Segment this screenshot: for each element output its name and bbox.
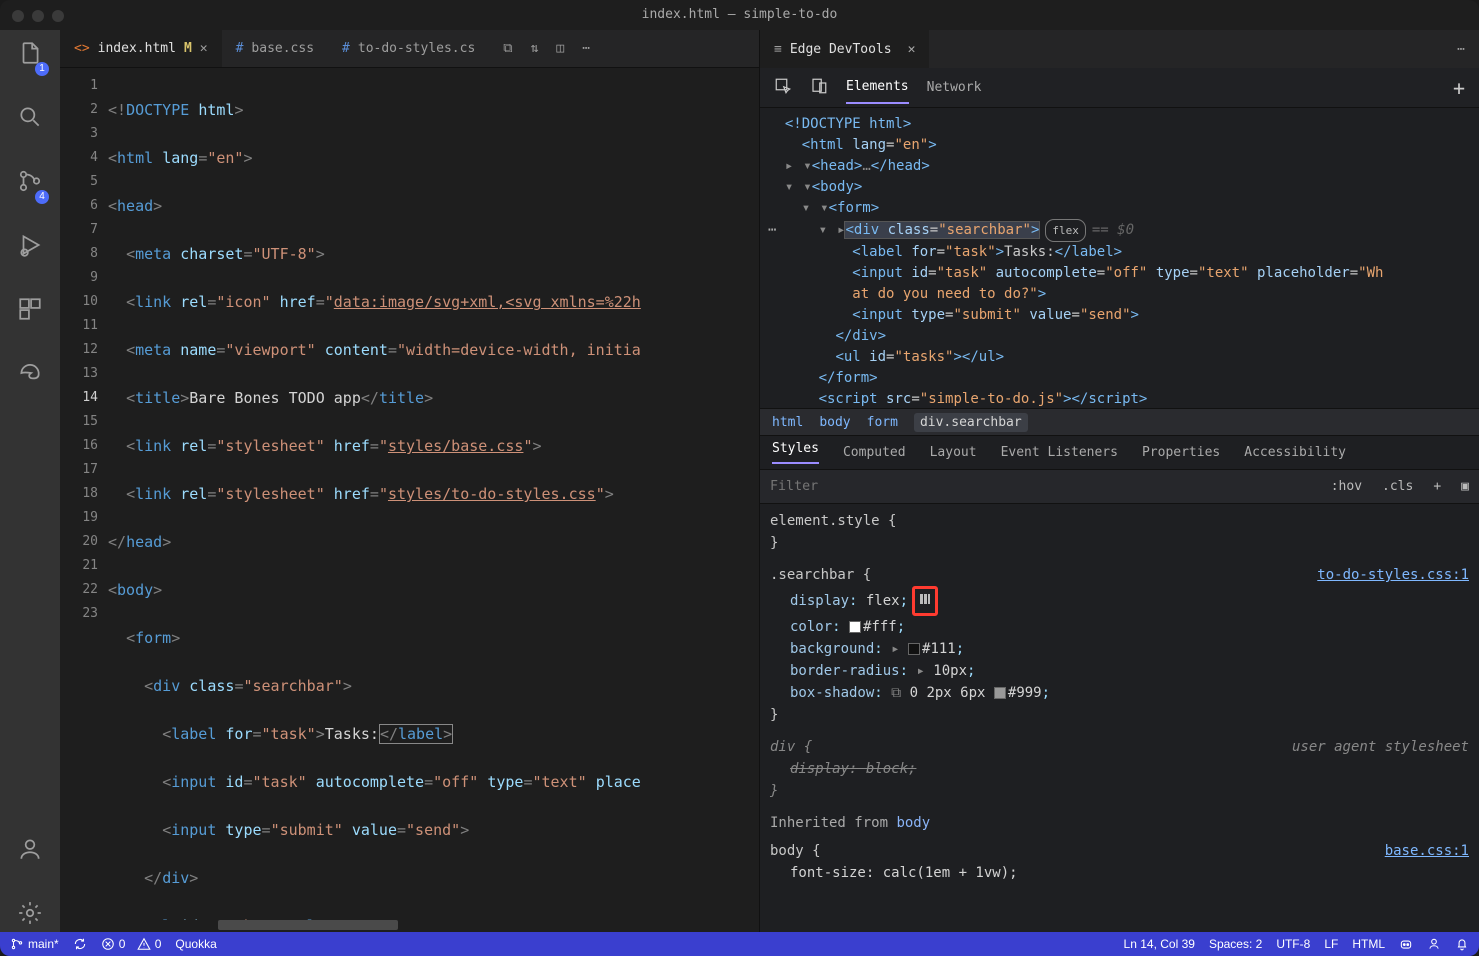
cls-toggle[interactable]: .cls xyxy=(1372,479,1423,494)
crumb-form[interactable]: form xyxy=(867,415,898,430)
problems-indicator[interactable]: 0 0 xyxy=(101,937,162,951)
css-file-icon: # xyxy=(236,41,244,56)
tab-label: index.html xyxy=(98,41,176,56)
code-area[interactable]: <!DOCTYPE html> <html lang="en"> <head> … xyxy=(108,68,759,920)
styles-pane[interactable]: element.style { } to-do-styles.css:1 .se… xyxy=(760,504,1479,932)
window-controls xyxy=(12,10,64,22)
sync-icon[interactable] xyxy=(73,937,87,952)
network-tab[interactable]: Network xyxy=(927,80,982,95)
devtools-panel: ≡ Edge DevTools ✕ ⋯ Elements Network + <… xyxy=(759,30,1479,932)
close-icon[interactable]: ✕ xyxy=(200,41,208,56)
computed-tab[interactable]: Computed xyxy=(843,445,906,460)
horizontal-scrollbar[interactable] xyxy=(108,920,759,932)
line-gutter: 1234567891011121314151617181920212223 xyxy=(60,68,108,920)
inspect-icon[interactable] xyxy=(774,77,792,99)
eol-indicator[interactable]: LF xyxy=(1324,937,1338,951)
dom-tree[interactable]: <!DOCTYPE html> <html lang="en"> ▸ ▾<hea… xyxy=(760,108,1479,408)
device-icon[interactable] xyxy=(810,77,828,99)
hov-toggle[interactable]: :hov xyxy=(1321,479,1372,494)
editor-group: <> index.html M ✕ # base.css # to-do-sty… xyxy=(60,30,759,932)
encoding-indicator[interactable]: UTF-8 xyxy=(1276,937,1310,951)
cursor-position[interactable]: Ln 14, Col 39 xyxy=(1124,937,1195,951)
styles-filter-input[interactable] xyxy=(760,479,1321,494)
crumb-html[interactable]: html xyxy=(772,415,803,430)
tab-label: base.css xyxy=(251,41,314,56)
diff-icon[interactable]: ⧉ xyxy=(503,41,512,56)
styles-tab[interactable]: Styles xyxy=(772,441,819,464)
new-rule-icon[interactable]: + xyxy=(1423,479,1451,494)
devtools-toolbar: Elements Network + xyxy=(760,68,1479,108)
tab-base-css[interactable]: # base.css xyxy=(222,30,328,67)
debug-icon[interactable] xyxy=(17,232,43,264)
devtools-tabbar: ≡ Edge DevTools ✕ ⋯ xyxy=(760,30,1479,68)
more-icon[interactable]: ⋯ xyxy=(1457,42,1465,57)
search-icon[interactable] xyxy=(17,104,43,136)
toggle-sidebar-icon[interactable]: ▣ xyxy=(1451,479,1479,494)
title-bar: index.html — simple-to-do xyxy=(0,0,1479,30)
color-swatch[interactable] xyxy=(849,621,861,633)
source-link[interactable]: base.css:1 xyxy=(1385,840,1469,862)
max-dot[interactable] xyxy=(52,10,64,22)
language-indicator[interactable]: HTML xyxy=(1352,937,1385,951)
flex-badge[interactable]: flex xyxy=(1045,219,1086,242)
color-swatch[interactable] xyxy=(908,643,920,655)
changes-icon[interactable]: ⇅ xyxy=(531,41,539,56)
split-icon[interactable]: ◫ xyxy=(556,41,564,56)
explorer-badge: 1 xyxy=(35,62,49,76)
editor-tabs: <> index.html M ✕ # base.css # to-do-sty… xyxy=(60,30,759,68)
tab-todo-styles[interactable]: # to-do-styles.cs xyxy=(328,30,489,67)
styles-filterbar: :hov .cls + ▣ xyxy=(760,470,1479,504)
gear-icon[interactable] xyxy=(17,900,43,932)
more-icon[interactable]: ⋯ xyxy=(582,41,590,56)
tab-index-html[interactable]: <> index.html M ✕ xyxy=(60,30,222,67)
close-dot[interactable] xyxy=(12,10,24,22)
listeners-tab[interactable]: Event Listeners xyxy=(1001,445,1118,460)
copilot-icon[interactable] xyxy=(1399,937,1413,952)
breadcrumb: html body form div.searchbar xyxy=(760,408,1479,436)
explorer-icon[interactable]: 1 xyxy=(17,40,43,72)
add-tab-icon[interactable]: + xyxy=(1453,76,1465,100)
layout-tab[interactable]: Layout xyxy=(930,445,977,460)
accessibility-tab[interactable]: Accessibility xyxy=(1244,445,1346,460)
properties-tab[interactable]: Properties xyxy=(1142,445,1220,460)
devtools-tab[interactable]: ≡ Edge DevTools ✕ xyxy=(760,30,929,68)
devtools-tab-label: Edge DevTools xyxy=(790,42,892,57)
styles-tabbar: Styles Computed Layout Event Listeners P… xyxy=(760,436,1479,470)
crumb-body[interactable]: body xyxy=(819,415,850,430)
color-swatch[interactable] xyxy=(994,687,1006,699)
tab-label: to-do-styles.cs xyxy=(358,41,475,56)
close-icon[interactable]: ✕ xyxy=(908,42,916,57)
edge-icon[interactable] xyxy=(17,360,43,392)
feedback-icon[interactable] xyxy=(1427,937,1441,952)
scm-badge: 4 xyxy=(35,190,49,204)
vscode-window: index.html — simple-to-do 1 4 xyxy=(0,0,1479,956)
panel-icon: ≡ xyxy=(774,42,782,57)
min-dot[interactable] xyxy=(32,10,44,22)
extensions-icon[interactable] xyxy=(17,296,43,328)
status-bar: main* 0 0 Quokka Ln 14, Col 39 Spaces: 2… xyxy=(0,932,1479,956)
bell-icon[interactable] xyxy=(1455,937,1469,952)
indent-indicator[interactable]: Spaces: 2 xyxy=(1209,937,1262,951)
flex-editor-button[interactable] xyxy=(912,586,938,616)
editor-body[interactable]: 1234567891011121314151617181920212223 <!… xyxy=(60,68,759,920)
scm-icon[interactable]: 4 xyxy=(17,168,43,200)
account-icon[interactable] xyxy=(17,836,43,868)
ua-label: user agent stylesheet xyxy=(1292,736,1469,758)
html-file-icon: <> xyxy=(74,41,90,56)
tab-toolbar: ⧉ ⇅ ◫ ⋯ xyxy=(489,30,604,67)
branch-indicator[interactable]: main* xyxy=(10,937,59,951)
source-link[interactable]: to-do-styles.css:1 xyxy=(1317,564,1469,586)
elements-tab[interactable]: Elements xyxy=(846,79,909,104)
crumb-current[interactable]: div.searchbar xyxy=(914,413,1028,432)
activity-bar: 1 4 xyxy=(0,30,60,932)
quokka-indicator[interactable]: Quokka xyxy=(175,937,216,951)
css-file-icon: # xyxy=(342,41,350,56)
modified-indicator: M xyxy=(184,41,192,56)
